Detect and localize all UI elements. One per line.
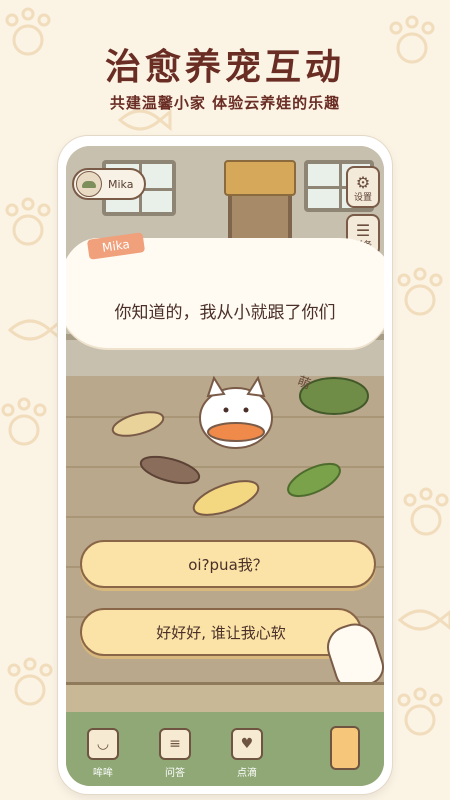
heart-card-icon: ♥ [231,728,263,760]
dialog-option-1-label: oi?pua我？ [188,555,268,574]
cat-toy [207,422,265,442]
dialog-text: 你知道的，我从小就跟了你们 [114,303,336,323]
player-badge[interactable]: Mika [72,168,146,200]
hero-subtitle: 共建温馨小家 体验云养娃的乐趣 [109,94,341,112]
cat-scene [111,375,369,516]
slipper-item [192,480,260,516]
task-icon: ☰ [355,221,371,240]
porch-fence [66,682,384,715]
door-curtain [224,160,296,196]
phone-frame: Mika ⚙ 设置 ☰ 任务 萌 Mika 你知道的，我从小就跟了你们 [58,136,392,794]
nav-meow[interactable]: ◡ 哞哞 [80,728,126,779]
nav-moments-label: 点滴 [237,768,257,779]
phone-icon[interactable] [330,726,360,770]
nav-meow-label: 哞哞 [93,768,113,779]
player-name: Mika [108,177,134,191]
avatar [76,171,102,197]
dialog-option-2-label: 好好好, 谁让我心软 [156,623,286,642]
slipper-item [111,411,165,437]
cat-icon: ◡ [87,728,119,760]
game-screen: Mika ⚙ 设置 ☰ 任务 萌 Mika 你知道的，我从小就跟了你们 [66,146,384,786]
gear-icon: ⚙ [355,173,371,192]
dialog-option-1[interactable]: oi?pua我？ [80,540,376,588]
nav-moments[interactable]: ♥ 点滴 [224,728,270,779]
nav-quiz[interactable]: ≡ 问答 [152,728,198,779]
quiz-icon: ≡ [159,728,191,760]
slipper-item [287,462,341,498]
dialog-option-2[interactable]: 好好好, 谁让我心软 [80,608,362,656]
nav-quiz-label: 问答 [165,768,185,779]
settings-button[interactable]: ⚙ 设置 [346,166,380,208]
hero-title: 治愈养宠互动 [104,47,345,88]
slipper-item [139,455,201,485]
